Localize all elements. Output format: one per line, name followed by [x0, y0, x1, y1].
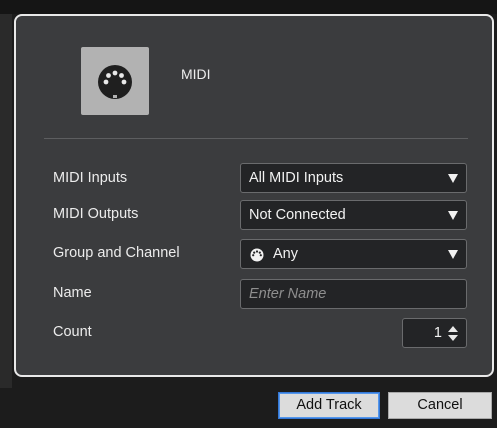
group-channel-label: Group and Channel	[53, 245, 180, 261]
add-track-button[interactable]: Add Track	[278, 392, 380, 419]
name-label: Name	[53, 285, 92, 301]
midi-outputs-value: Not Connected	[249, 207, 346, 223]
window-top-strip	[0, 0, 497, 14]
midi-inputs-label: MIDI Inputs	[53, 170, 128, 186]
count-label: Count	[53, 324, 92, 340]
section-divider	[44, 138, 468, 139]
track-type-label: MIDI	[181, 66, 211, 82]
midi-inputs-value: All MIDI Inputs	[249, 170, 344, 186]
cancel-button[interactable]: Cancel	[388, 392, 492, 419]
midi-connector-icon	[250, 248, 264, 262]
midi-track-type-icon[interactable]	[81, 47, 149, 115]
midi-outputs-label: MIDI Outputs	[53, 206, 139, 222]
stepper-down-icon[interactable]	[448, 335, 458, 341]
chevron-down-icon	[448, 211, 458, 220]
midi-connector-icon	[98, 65, 132, 99]
group-channel-select[interactable]: Any	[240, 239, 467, 269]
midi-inputs-select[interactable]: All MIDI Inputs	[240, 163, 467, 193]
chevron-down-icon	[448, 250, 458, 259]
midi-outputs-select[interactable]: Not Connected	[240, 200, 467, 230]
count-value: 1	[433, 325, 442, 341]
count-stepper[interactable]: 1	[402, 318, 467, 348]
stepper-up-icon[interactable]	[448, 326, 458, 332]
window-left-strip	[0, 14, 12, 388]
name-field[interactable]	[240, 279, 467, 309]
chevron-down-icon	[448, 174, 458, 183]
